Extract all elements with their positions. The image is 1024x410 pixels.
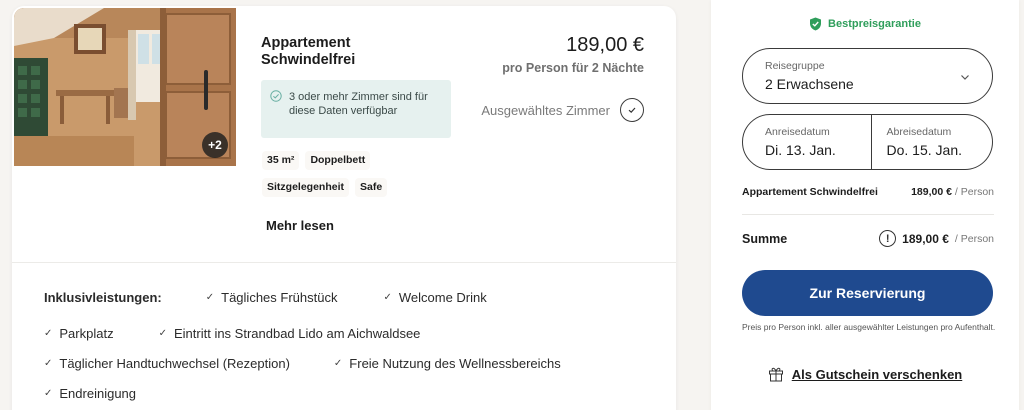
departure-date-value: Do. 15. Jan. [886, 142, 963, 158]
checkmark-icon: ✓ [44, 358, 53, 369]
departure-date-label: Abreisedatum [886, 126, 952, 138]
inclusion-item: ✓ Freie Nutzung des Wellnessbereichs [333, 356, 561, 371]
booking-panel: Bestpreisgarantie Reisegruppe 2 Erwachse… [711, 0, 1019, 410]
travel-group-label: Reisegruppe [765, 60, 825, 72]
reserve-button[interactable]: Zur Reservierung [742, 270, 993, 316]
checkmark-icon: ✓ [333, 358, 343, 369]
feature-tag-bed: Doppelbett [305, 151, 371, 170]
feature-tag-size: 35 m² [262, 151, 300, 170]
line-item-price: 189,00 € [911, 186, 952, 198]
room-card: +2 Appartement Schwindelfrei 3 oder mehr… [12, 6, 676, 410]
check-circle-icon [270, 90, 282, 102]
checkmark-icon: ✓ [383, 292, 392, 303]
feature-tag-safe: Safe [355, 178, 388, 197]
line-item-price-wrap: 189,00 € / Person [911, 186, 994, 198]
checkmark-icon: ✓ [44, 328, 53, 339]
inclusion-item: ✓ Parkplatz [44, 326, 114, 341]
inclusion-item: ✓ Eintritt ins Strandbad Lido am Aichwald… [158, 326, 421, 341]
room-price-subtitle: pro Person für 2 Nächte [502, 61, 644, 75]
availability-text: 3 oder mehr Zimmer sind für diese Daten … [289, 91, 428, 117]
total-label: Summe [742, 231, 788, 246]
inclusion-item: ✓ Endreinigung [44, 386, 137, 401]
voucher-link-text: Als Gutschein verschenken [791, 366, 963, 382]
check-circle-icon[interactable] [620, 98, 644, 122]
gift-voucher-link[interactable]: Als Gutschein verschenken [711, 366, 1019, 382]
travel-group-value: 2 Erwachsene [765, 76, 854, 92]
date-range-picker: Anreisedatum Di. 13. Jan. Abreisedatum D… [742, 114, 993, 170]
feature-tag-seating: Sitzgelegenheit [262, 178, 350, 197]
selected-room-toggle[interactable]: Ausgewähltes Zimmer [481, 98, 644, 122]
summary-divider [742, 214, 994, 215]
checkmark-icon: ✓ [44, 388, 53, 399]
checkmark-icon: ✓ [158, 328, 167, 339]
room-price: 189,00 € [566, 34, 644, 56]
inclusions-heading: Inklusivleistungen: [44, 290, 162, 305]
room-photo[interactable]: +2 [14, 8, 236, 166]
more-photos-badge[interactable]: +2 [202, 132, 228, 158]
room-features: 35 m² Doppelbett Sitzgelegenheit Safe [262, 151, 388, 197]
info-icon[interactable]: ! [879, 230, 897, 247]
best-price-guarantee: Bestpreisgarantie [711, 17, 1019, 31]
booking-line-item: Appartement Schwindelfrei 189,00 € / Per… [742, 186, 994, 198]
inclusion-item: ✓ Welcome Drink [383, 290, 487, 305]
section-divider [12, 262, 676, 263]
total-row: Summe ! 189,00 € / Person [742, 230, 994, 247]
shield-check-icon [810, 17, 822, 31]
line-item-name: Appartement Schwindelfrei [742, 186, 878, 198]
arrival-date-field[interactable]: Anreisedatum Di. 13. Jan. [742, 114, 872, 170]
total-value: ! 189,00 € / Person [879, 230, 994, 247]
guarantee-text: Bestpreisgarantie [828, 18, 921, 30]
room-title: Appartement Schwindelfrei [261, 35, 356, 68]
total-price: 189,00 € [902, 231, 949, 246]
departure-date-field[interactable]: Abreisedatum Do. 15. Jan. [871, 114, 993, 170]
checkmark-icon: ✓ [205, 292, 215, 303]
total-unit: / Person [954, 232, 994, 245]
inclusion-item: ✓ Täglicher Handtuchwechsel (Rezeption) [44, 356, 290, 371]
availability-notice: 3 oder mehr Zimmer sind für diese Daten … [261, 80, 451, 138]
inclusion-item: ✓ Tägliches Frühstück [205, 290, 338, 305]
gift-icon [768, 367, 783, 382]
arrival-date-value: Di. 13. Jan. [765, 142, 836, 158]
chevron-down-icon [961, 75, 969, 80]
arrival-date-label: Anreisedatum [765, 126, 830, 138]
read-more-link[interactable]: Mehr lesen [266, 218, 334, 233]
price-note: Preis pro Person inkl. aller ausgewählte… [742, 322, 996, 332]
line-item-unit: / Person [954, 186, 994, 198]
selected-room-label: Ausgewähltes Zimmer [481, 102, 610, 118]
travel-group-select[interactable]: Reisegruppe 2 Erwachsene [742, 48, 993, 104]
